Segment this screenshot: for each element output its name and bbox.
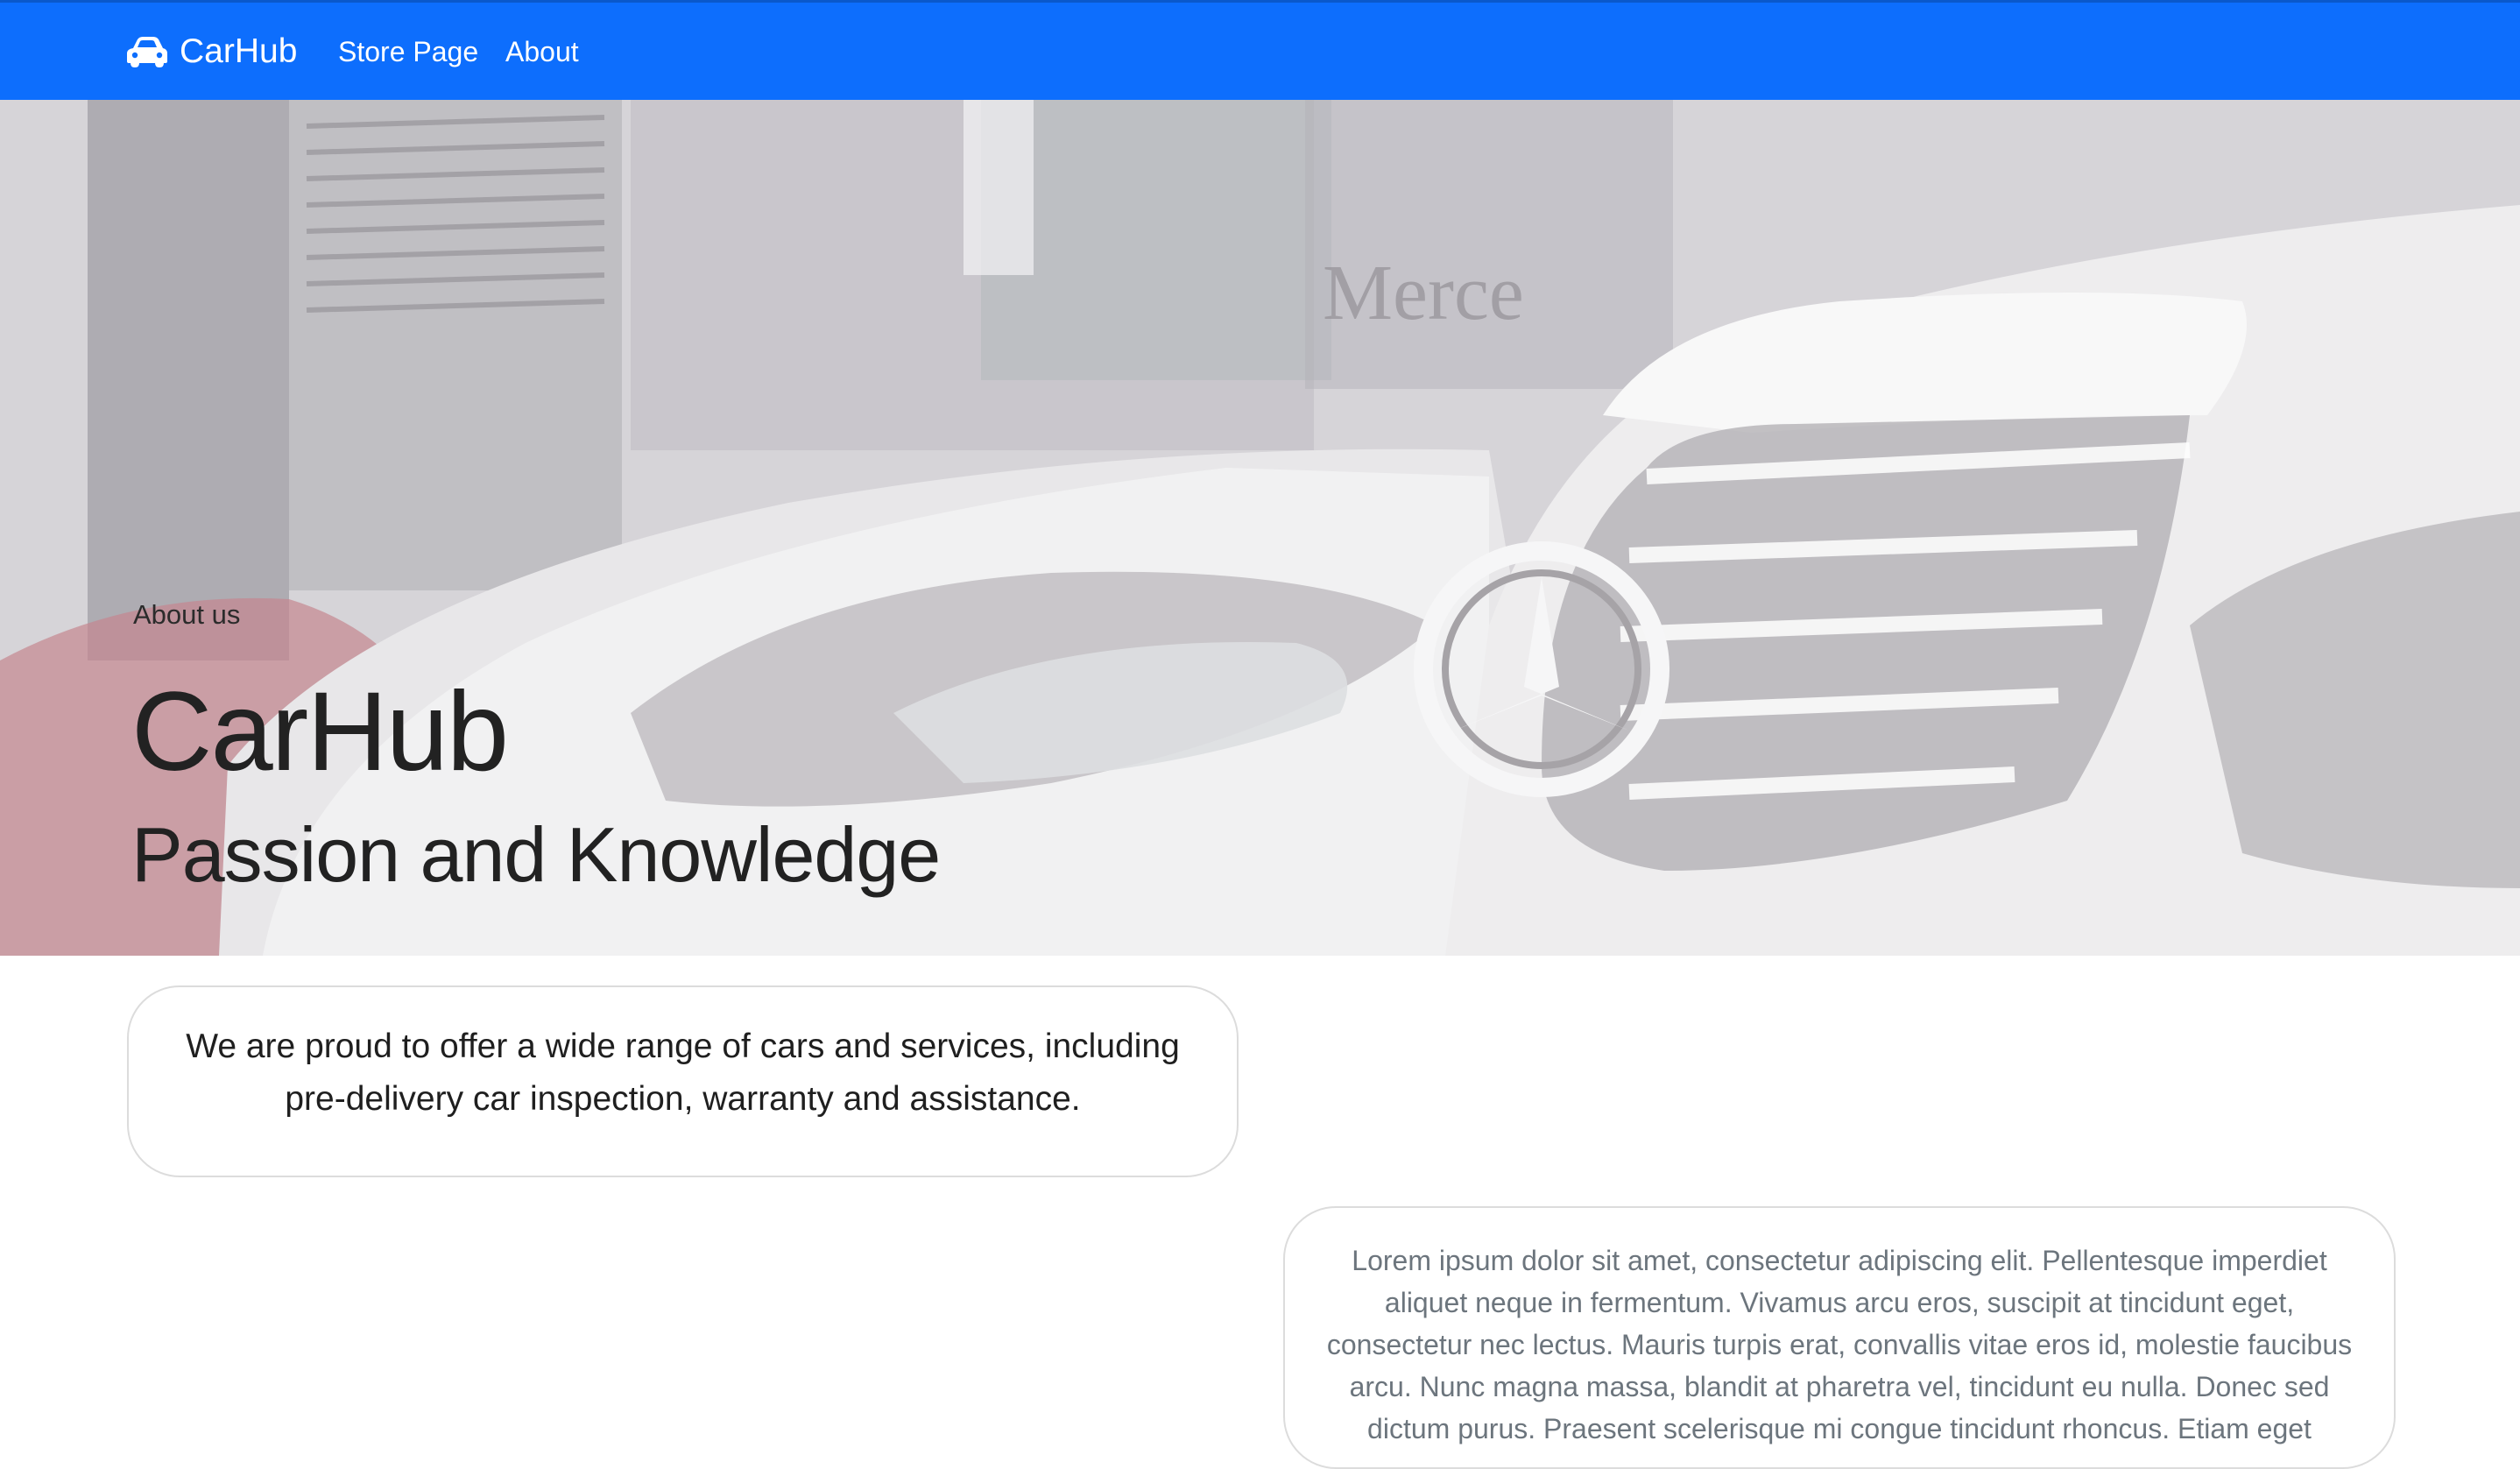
nav-about[interactable]: About <box>505 36 579 68</box>
nav-store-page[interactable]: Store Page <box>338 36 478 68</box>
top-navbar: CarHub Store Page About <box>0 0 2520 100</box>
intro-card: We are proud to offer a wide range of ca… <box>127 985 1239 1177</box>
car-icon <box>127 37 167 67</box>
hero-tagline: Passion and Knowledge <box>131 811 941 898</box>
hero-banner: Merce About us CarHub Passion and Knowle… <box>0 100 2520 956</box>
lorem-text: Lorem ipsum dolor sit amet, consectetur … <box>1326 1245 2353 1444</box>
brand-link[interactable]: CarHub <box>125 32 297 71</box>
lorem-card: Lorem ipsum dolor sit amet, consectetur … <box>1283 1206 2396 1469</box>
intro-text: We are proud to offer a wide range of ca… <box>186 1028 1180 1118</box>
hero-subtitle: About us <box>133 599 241 630</box>
brand-name: CarHub <box>180 32 298 70</box>
hero-title: CarHub <box>131 669 509 795</box>
